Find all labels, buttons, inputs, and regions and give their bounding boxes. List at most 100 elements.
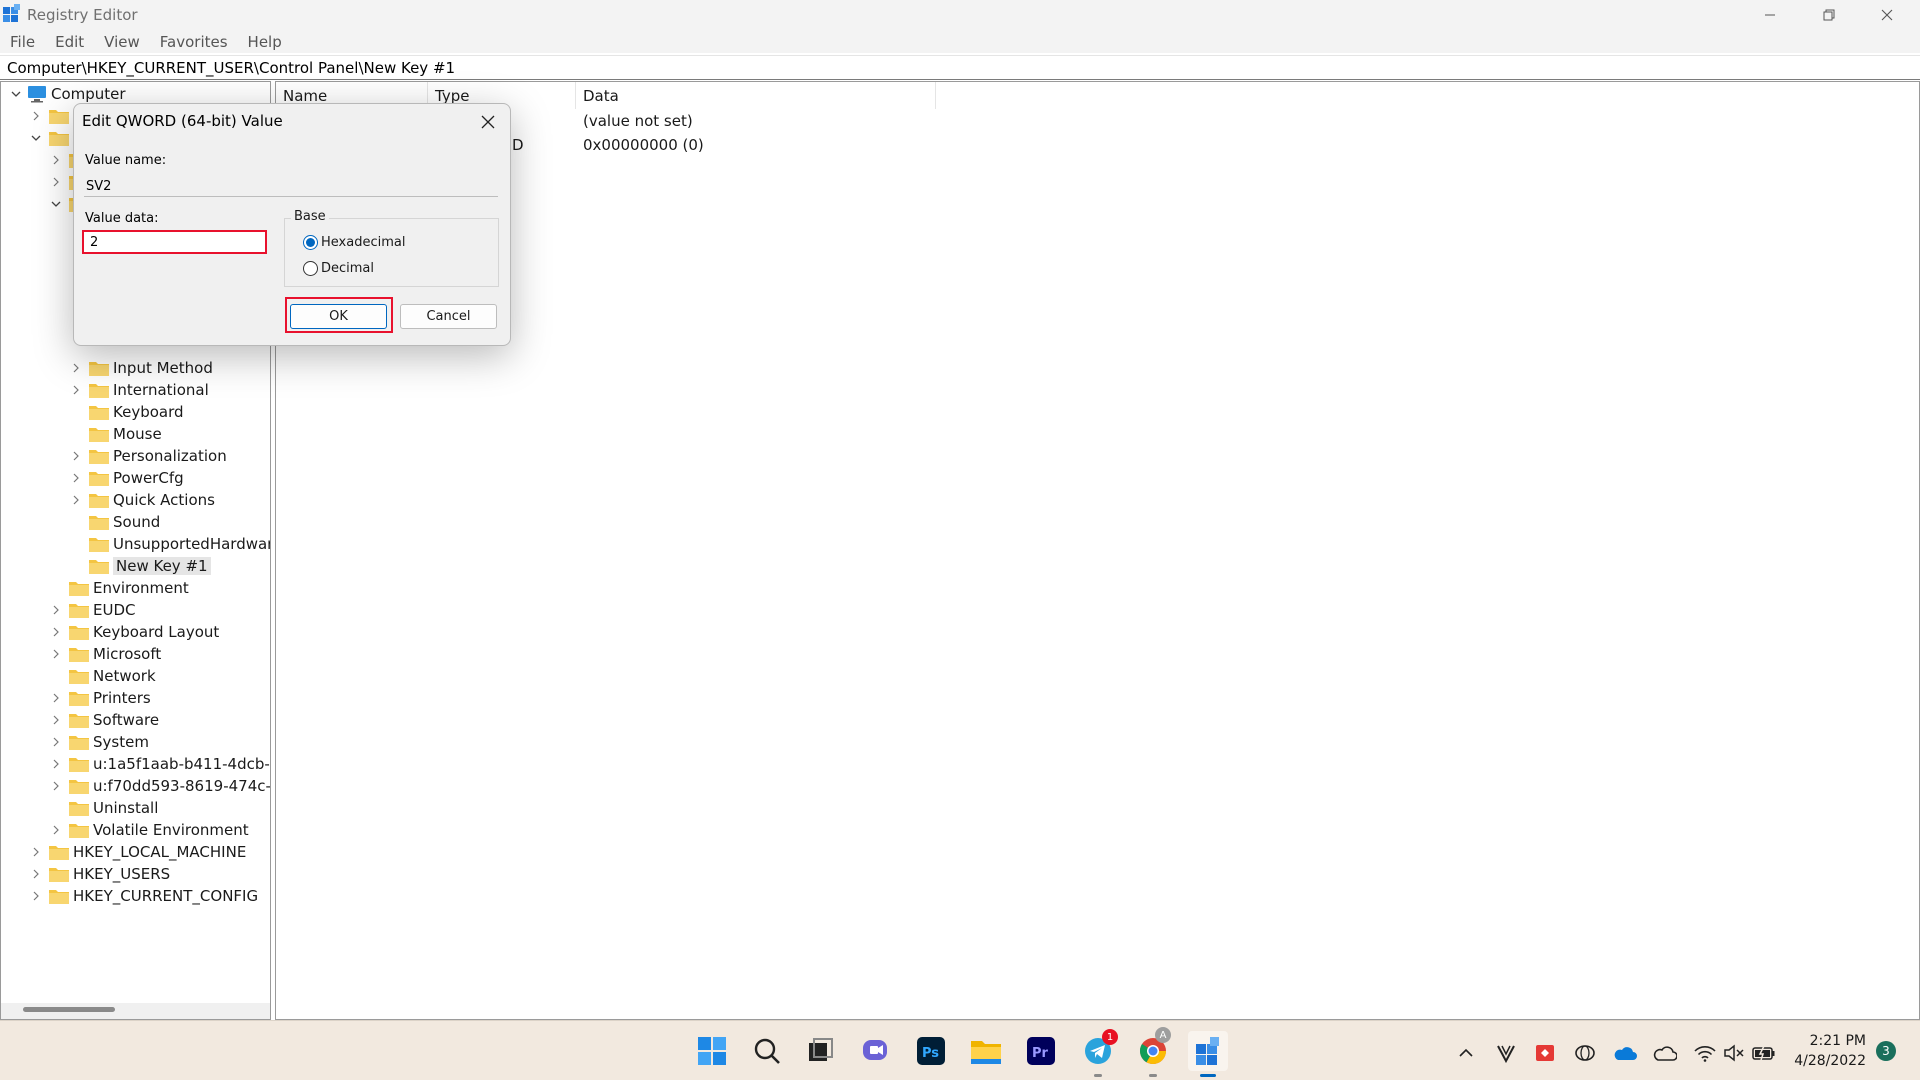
tree-item[interactable]: u:1a5f1aab-b411-4dcb-a98	[49, 753, 270, 775]
tree-item[interactable]: New Key #1	[69, 555, 211, 577]
tree-item[interactable]: Uninstall	[49, 797, 158, 819]
teams-chat-button[interactable]	[856, 1031, 896, 1071]
task-view-button[interactable]	[801, 1031, 841, 1071]
tree-item[interactable]: HKEY_USERS	[29, 863, 170, 885]
tree-item[interactable]: PowerCfg	[69, 467, 184, 489]
chevron-right-icon[interactable]	[49, 643, 63, 665]
chevron-right-icon[interactable]	[69, 489, 83, 511]
address-bar[interactable]: Computer\HKEY_CURRENT_USER\Control Panel…	[0, 55, 1920, 80]
tree-item[interactable]: Personalization	[69, 445, 227, 467]
values-list[interactable]: Name Type Data D (value not set) 0x00000…	[275, 81, 1920, 1020]
tray-volume[interactable]	[1722, 1041, 1746, 1065]
menu-file[interactable]: File	[10, 29, 45, 53]
tree-item[interactable]: System	[49, 731, 149, 753]
tray-battery[interactable]	[1752, 1041, 1776, 1065]
chrome-button[interactable]: A	[1133, 1027, 1173, 1071]
chevron-right-icon[interactable]	[49, 171, 63, 193]
chevron-right-icon[interactable]	[69, 379, 83, 401]
tree-item[interactable]: Keyboard Layout	[49, 621, 219, 643]
folder-icon	[69, 736, 89, 750]
show-hidden-icons-button[interactable]	[1454, 1041, 1478, 1065]
chevron-right-icon[interactable]	[49, 599, 63, 621]
tree-item[interactable]: Keyboard	[69, 401, 184, 423]
tree-item[interactable]: Quick Actions	[69, 489, 215, 511]
tray-onedrive[interactable]	[1653, 1041, 1677, 1065]
dialog-close-button[interactable]	[476, 110, 500, 134]
tree-item[interactable]: International	[69, 379, 209, 401]
chevron-right-icon[interactable]	[69, 357, 83, 379]
chevron-right-icon[interactable]	[29, 885, 43, 907]
file-explorer-button[interactable]	[966, 1031, 1006, 1071]
chevron-right-icon[interactable]	[69, 467, 83, 489]
notification-count-badge[interactable]: 3	[1876, 1041, 1896, 1061]
chevron-right-icon[interactable]	[49, 621, 63, 643]
tree-item[interactable]: HKEY_CURRENT_CONFIG	[29, 885, 258, 907]
chevron-right-icon[interactable]	[29, 841, 43, 863]
menu-favorites[interactable]: Favorites	[160, 29, 238, 53]
close-button[interactable]	[1858, 0, 1916, 29]
tray-network-drive[interactable]	[1573, 1041, 1597, 1065]
tree-item[interactable]: Network	[49, 665, 156, 687]
cloud-icon	[1653, 1046, 1677, 1061]
tray-vivaldi[interactable]	[1494, 1041, 1518, 1065]
radio-hexadecimal[interactable]: Hexadecimal	[303, 235, 405, 250]
tree-item[interactable]: Input Method	[69, 357, 213, 379]
running-indicator	[1094, 1074, 1102, 1077]
tree-item[interactable]: HKEY_LOCAL_MACHINE	[29, 841, 246, 863]
chevron-right-icon[interactable]	[29, 105, 43, 127]
telegram-button[interactable]: 1	[1078, 1029, 1118, 1071]
clock[interactable]: 2:21 PM 4/28/2022	[1794, 1031, 1866, 1071]
start-button[interactable]	[692, 1031, 732, 1071]
folder-icon	[49, 868, 69, 882]
value-data-input[interactable]: 2	[82, 230, 267, 254]
tree-item-computer[interactable]: Computer	[9, 83, 126, 105]
chevron-down-icon[interactable]	[49, 193, 63, 215]
chevron-right-icon[interactable]	[49, 687, 63, 709]
chevron-right-icon[interactable]	[29, 863, 43, 885]
ok-button[interactable]: OK	[290, 304, 387, 329]
minimize-button[interactable]	[1741, 0, 1799, 29]
tree-item[interactable]: UnsupportedHardwareN	[69, 533, 270, 555]
chevron-right-icon[interactable]	[49, 775, 63, 797]
chevron-right-icon[interactable]	[49, 709, 63, 731]
tree-item[interactable]: Printers	[49, 687, 151, 709]
chevron-down-icon[interactable]	[29, 127, 43, 149]
tree-item[interactable]: Environment	[49, 577, 189, 599]
menu-edit[interactable]: Edit	[55, 29, 94, 53]
menu-view[interactable]: View	[104, 29, 150, 53]
cancel-button[interactable]: Cancel	[400, 304, 497, 329]
radio-decimal[interactable]: Decimal	[303, 261, 374, 276]
tray-app-red[interactable]	[1533, 1041, 1557, 1065]
chevron-right-icon[interactable]	[49, 753, 63, 775]
folder-icon	[89, 428, 109, 442]
tray-wifi[interactable]	[1693, 1041, 1717, 1065]
tree-item-label: PowerCfg	[113, 469, 184, 487]
chevron-right-icon[interactable]	[69, 445, 83, 467]
column-header-data[interactable]: Data	[576, 82, 936, 109]
tree-item[interactable]: Sound	[69, 511, 160, 533]
photoshop-icon: Ps	[917, 1037, 945, 1065]
tray-onedrive-blue[interactable]	[1613, 1041, 1637, 1065]
restore-button[interactable]	[1800, 0, 1858, 29]
tree-item[interactable]: Software	[49, 709, 159, 731]
photoshop-button[interactable]: Ps	[911, 1031, 951, 1071]
tree-item[interactable]: u:f70dd593-8619-474c-ae5	[49, 775, 270, 797]
tree-item[interactable]: Microsoft	[49, 643, 161, 665]
folder-icon	[69, 714, 89, 728]
svg-text:Ps: Ps	[922, 1046, 939, 1061]
search-button[interactable]	[747, 1031, 787, 1071]
scrollbar-thumb[interactable]	[23, 1007, 115, 1012]
tree-item[interactable]: EUDC	[49, 599, 135, 621]
chevron-down-icon[interactable]	[9, 83, 23, 105]
registry-editor-taskbar-button[interactable]	[1188, 1031, 1228, 1071]
tree-item[interactable]: Volatile Environment	[49, 819, 249, 841]
tree-item-hkey-current-user[interactable]	[29, 127, 73, 149]
menu-help[interactable]: Help	[248, 29, 292, 53]
tree-item[interactable]: Mouse	[69, 423, 162, 445]
chevron-right-icon[interactable]	[49, 731, 63, 753]
chevron-right-icon[interactable]	[49, 149, 63, 171]
premiere-button[interactable]: Pr	[1021, 1031, 1061, 1071]
chevron-right-icon[interactable]	[49, 819, 63, 841]
tree-item-hkey-classes-root[interactable]	[29, 105, 73, 127]
